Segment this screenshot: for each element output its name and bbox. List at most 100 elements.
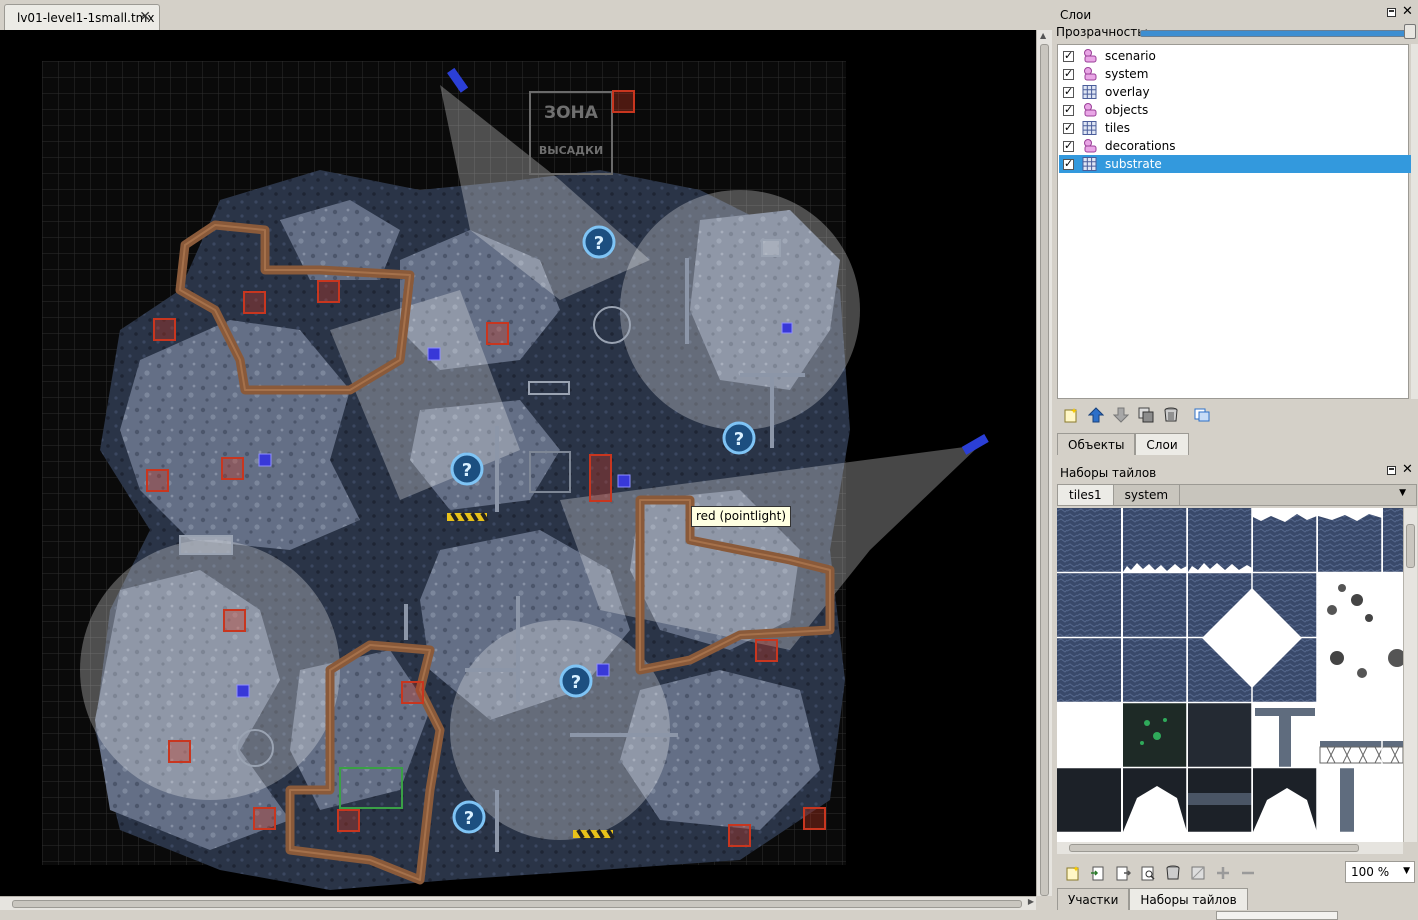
opacity-slider-handle[interactable] — [1404, 24, 1416, 39]
red-marker[interactable] — [221, 457, 244, 480]
duplicate-layer-icon[interactable] — [1135, 404, 1157, 426]
red-marker[interactable] — [486, 322, 509, 345]
layer-visibility-checkbox[interactable] — [1063, 67, 1074, 80]
layer-row-tiles[interactable]: tiles — [1059, 119, 1415, 137]
layer-row-substrate[interactable]: substrate — [1059, 155, 1415, 173]
new-layer-icon[interactable] — [1060, 404, 1082, 426]
layer-name: substrate — [1105, 157, 1162, 171]
document-tab[interactable]: lv01-level1-1small.tmx ✕ — [4, 4, 160, 30]
red-marker[interactable] — [146, 469, 169, 492]
scrollbar-thumb[interactable] — [1406, 524, 1415, 568]
red-marker[interactable] — [755, 639, 778, 662]
close-panel-icon[interactable]: ✕ — [1402, 462, 1413, 477]
question-icon[interactable]: ? — [450, 452, 484, 486]
question-icon[interactable]: ? — [452, 800, 486, 834]
red-marker[interactable] — [317, 280, 340, 303]
float-panel-icon[interactable] — [1387, 466, 1396, 475]
delete-tileset-icon[interactable] — [1162, 862, 1184, 884]
tileset-view[interactable] — [1057, 508, 1403, 842]
map-canvas[interactable]: ЗОНА ВЫСАДКИ ? ? ? ? ? — [0, 30, 1036, 896]
tileset-horizontal-scrollbar[interactable] — [1057, 842, 1403, 854]
layer-visibility-checkbox[interactable] — [1063, 121, 1074, 134]
spotlight-icon[interactable] — [961, 434, 989, 455]
remove-tiles-icon[interactable] — [1237, 862, 1259, 884]
tile-layer-icon — [1082, 121, 1097, 135]
tab-tiles1[interactable]: tiles1 — [1058, 485, 1114, 505]
pointlight-icon[interactable] — [427, 347, 441, 361]
tab-objects[interactable]: Объекты — [1057, 433, 1136, 455]
zoom-select[interactable]: 100 % ▼ — [1345, 861, 1415, 883]
move-up-icon[interactable] — [1085, 404, 1107, 426]
red-marker[interactable] — [223, 609, 246, 632]
layer-row-objects[interactable]: objects — [1059, 101, 1415, 119]
chevron-down-icon[interactable]: ▼ — [1399, 488, 1406, 498]
red-marker[interactable] — [168, 740, 191, 763]
scroll-right-icon[interactable]: ▶ — [1028, 897, 1034, 906]
opacity-label: Прозрачность: — [1056, 25, 1149, 39]
scrollbar-thumb[interactable] — [1040, 44, 1049, 896]
layer-row-overlay[interactable]: overlay — [1059, 83, 1415, 101]
sign-line2: ВЫСАДКИ — [539, 144, 603, 157]
tileset-vertical-scrollbar[interactable] — [1403, 508, 1417, 842]
layer-list-scrollbar[interactable] — [1411, 44, 1418, 399]
question-icon[interactable]: ? — [722, 421, 756, 455]
move-down-icon[interactable] — [1110, 404, 1132, 426]
close-panel-icon[interactable]: ✕ — [1402, 4, 1413, 19]
layer-properties-icon[interactable] — [1191, 404, 1213, 426]
opacity-slider[interactable] — [1140, 30, 1410, 37]
red-marker[interactable] — [243, 291, 266, 314]
scrollbar-thumb[interactable] — [1069, 844, 1359, 852]
map-viewport[interactable]: ЗОНА ВЫСАДКИ ? ? ? ? ? red (pointlight) — [0, 30, 1036, 896]
svg-text:?: ? — [571, 672, 581, 693]
red-marker[interactable] — [803, 807, 826, 830]
layer-visibility-checkbox[interactable] — [1063, 103, 1074, 116]
layer-list[interactable]: scenario system overlay objects tiles de… — [1057, 44, 1415, 399]
tileset-tiles[interactable] — [1057, 508, 1403, 842]
close-icon[interactable]: ✕ — [139, 9, 151, 25]
layer-row-scenario[interactable]: scenario — [1059, 47, 1415, 65]
map-vertical-scrollbar[interactable]: ▲ — [1036, 30, 1052, 896]
export-tileset-icon[interactable] — [1112, 862, 1134, 884]
pointlight-icon[interactable] — [258, 453, 272, 467]
pointlight-icon[interactable] — [617, 474, 631, 488]
question-icon[interactable]: ? — [559, 664, 593, 698]
layer-visibility-checkbox[interactable] — [1063, 49, 1074, 62]
red-marker[interactable] — [401, 681, 424, 704]
new-tileset-icon[interactable] — [1062, 862, 1084, 884]
svg-text:?: ? — [594, 233, 604, 254]
chevron-down-icon[interactable]: ▼ — [1403, 866, 1410, 876]
red-marker[interactable] — [728, 824, 751, 847]
scrollbar-thumb[interactable] — [12, 900, 1022, 908]
tab-tilesets[interactable]: Наборы тайлов — [1129, 888, 1248, 910]
map-horizontal-scrollbar[interactable]: ▶ — [0, 896, 1036, 910]
layer-row-system[interactable]: system — [1059, 65, 1415, 83]
red-marker[interactable] — [253, 807, 276, 830]
layer-row-decorations[interactable]: decorations — [1059, 137, 1415, 155]
float-panel-icon[interactable] — [1387, 8, 1396, 17]
zoom-value: 100 % — [1351, 865, 1390, 879]
pointlight-icon[interactable] — [781, 322, 793, 334]
status-field — [1216, 911, 1338, 920]
scroll-up-icon[interactable]: ▲ — [1040, 31, 1046, 40]
tileset-properties-icon[interactable] — [1137, 862, 1159, 884]
red-marker[interactable] — [153, 318, 176, 341]
layer-visibility-checkbox[interactable] — [1063, 157, 1074, 170]
import-tileset-icon[interactable] — [1087, 862, 1109, 884]
red-marker[interactable] — [612, 90, 635, 113]
tile-layer-icon — [1082, 85, 1097, 99]
bottom-dock-tabs: Участки Наборы тайлов — [1057, 888, 1248, 910]
pointlight-icon[interactable] — [596, 663, 610, 677]
tab-layers[interactable]: Слои — [1135, 433, 1189, 455]
red-marker[interactable] — [337, 809, 360, 832]
tab-system[interactable]: system — [1114, 485, 1181, 505]
add-tiles-icon[interactable] — [1212, 862, 1234, 884]
layer-name: overlay — [1105, 85, 1150, 99]
layer-visibility-checkbox[interactable] — [1063, 85, 1074, 98]
edit-terrain-icon[interactable] — [1187, 862, 1209, 884]
layer-visibility-checkbox[interactable] — [1063, 139, 1074, 152]
delete-layer-icon[interactable] — [1160, 404, 1182, 426]
red-marker[interactable] — [589, 454, 612, 502]
tab-regions[interactable]: Участки — [1057, 888, 1130, 910]
pointlight-icon[interactable] — [236, 684, 250, 698]
question-icon[interactable]: ? — [582, 225, 616, 259]
